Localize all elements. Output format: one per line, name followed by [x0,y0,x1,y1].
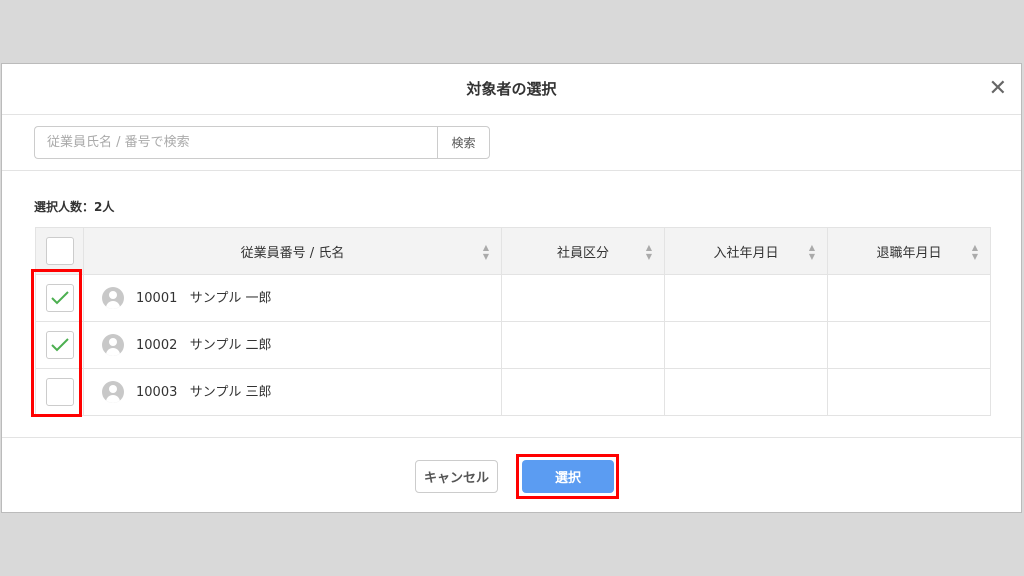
employee-name: サンプル 一郎 [189,290,272,306]
search-button[interactable]: 検索 [437,126,490,159]
dialog-title: 対象者の選択 [466,80,557,98]
search-bar: 検索 [2,115,1021,171]
sort-icon[interactable]: ▲ ▼ [807,243,817,261]
employee-id: 10002 [136,337,178,353]
col-label: 入社年月日 [713,245,779,261]
search-input[interactable] [34,126,438,159]
col-label: 退職年月日 [876,245,942,261]
col-join-date[interactable]: 入社年月日 ▲ ▼ [664,227,828,275]
check-icon [50,338,69,352]
sort-icon[interactable]: ▲ ▼ [481,243,491,261]
table-row[interactable]: 10003 サンプル 三郎 [35,368,991,416]
col-employee[interactable]: 従業員番号 / 氏名 ▲ ▼ [83,227,502,275]
employee-table: 従業員番号 / 氏名 ▲ ▼ 社員区分 ▲ ▼ 入社年月日 ▲ ▼ 退職年月日 ▲ ▼ 1000… [35,227,991,416]
select-target-dialog: 対象者の選択 ✕ 検索 選択人数：2人 従業員番号 / 氏名 ▲▼ 社員区分 ▲▼ … [1,63,1022,513]
row-checkbox[interactable] [45,378,74,406]
dialog-footer: キャンセル 選択 [2,437,1021,513]
avatar-icon [102,334,124,357]
row-checkbox[interactable] [45,284,74,312]
sort-icon[interactable]: ▲ ▼ [644,243,654,261]
table-row[interactable]: 10002 サンプル 二郎 [35,321,991,369]
employee-id: 10001 [136,290,178,306]
select-all-checkbox[interactable] [45,237,74,265]
close-icon[interactable]: ✕ [989,64,1007,114]
check-icon [50,291,69,305]
sort-icon[interactable]: ▲ ▼ [970,243,980,261]
row-checkbox[interactable] [45,331,74,359]
selected-count: 選択人数：2人 [34,200,115,214]
avatar-icon [102,287,124,310]
col-type[interactable]: 社員区分 ▲ ▼ [501,227,665,275]
employee-id: 10003 [136,384,178,400]
employee-name: サンプル 二郎 [189,337,272,353]
table-header: 従業員番号 / 氏名 ▲ ▼ 社員区分 ▲ ▼ 入社年月日 ▲ ▼ 退職年月日 ▲ ▼ [35,227,991,275]
employee-name: サンプル 三郎 [189,384,272,400]
select-all-cell [35,227,84,275]
col-leave-date[interactable]: 退職年月日 ▲ ▼ [827,227,991,275]
dialog-header: 対象者の選択 ✕ [2,64,1021,115]
avatar-icon [102,381,124,404]
col-label: 従業員番号 / 氏名 [240,245,345,261]
cancel-button[interactable]: キャンセル [415,460,498,493]
select-button[interactable]: 選択 [522,460,614,493]
table-row[interactable]: 10001 サンプル 一郎 [35,274,991,322]
col-label: 社員区分 [556,245,609,261]
